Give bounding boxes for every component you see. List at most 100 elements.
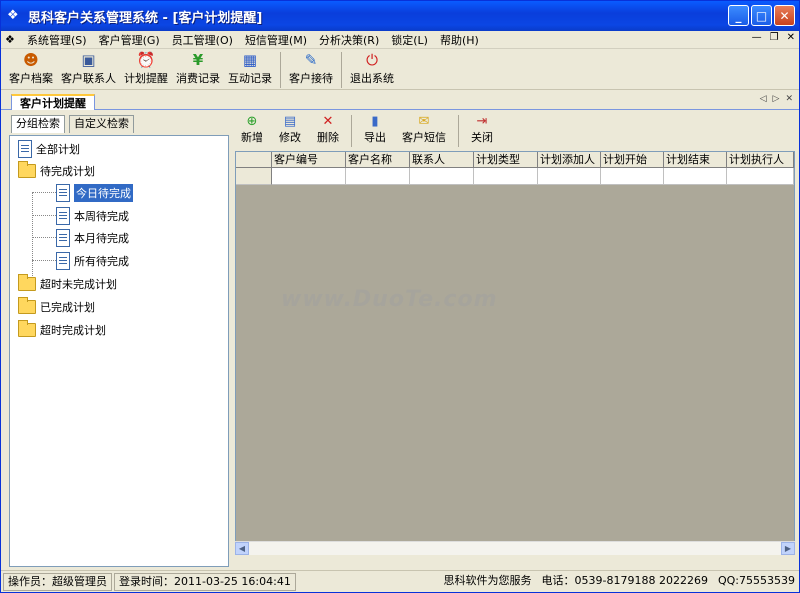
right-panel: ⊕ 新增 ▤ 修改 ✕ 删除 ▮ 导出 ✉ 客户短信 ⇥ 关闭 客户编号 客户名… xyxy=(233,113,797,568)
status-company: 思科软件为您服务 xyxy=(443,573,532,587)
tree-item-overdue[interactable]: 超时未完成计划 xyxy=(18,274,117,292)
column-header[interactable]: 客户编号 xyxy=(272,152,346,168)
sms-button[interactable]: ✉ 客户短信 xyxy=(402,113,446,145)
tree-item-week[interactable]: 本周待完成 xyxy=(56,207,129,225)
watermark: www.DuoTe.com xyxy=(281,287,498,312)
menu-help[interactable]: 帮助(H) xyxy=(434,32,485,48)
tab-plan-reminder[interactable]: 客户计划提醒 xyxy=(11,94,95,110)
add-icon: ⊕ xyxy=(246,113,258,129)
document-icon xyxy=(18,140,32,158)
column-header[interactable]: 计划类型 xyxy=(474,152,538,168)
edit-icon: ▤ xyxy=(283,113,297,129)
toolbar-separator xyxy=(458,115,459,147)
status-login-time: 登录时间：2011-03-25 16:04:41 xyxy=(114,572,296,591)
window-title: 思科客户关系管理系统 - [客户计划提醒] xyxy=(28,10,263,26)
maximize-button[interactable]: □ xyxy=(751,5,772,26)
left-panel: 分组检索 自定义检索 全部计划 待完成计划 今日待完成 本周待完成 本月待完成 … xyxy=(5,113,229,568)
tree-item-today[interactable]: 今日待完成 xyxy=(56,184,133,202)
toolbar-customer-files-button[interactable]: ☻ 客户档案 xyxy=(9,50,53,86)
main-toolbar: ☻ 客户档案 ▣ 客户联系人 ⏰ 计划提醒 ¥ 消费记录 ▦ 互动记录 ✎ 客户… xyxy=(1,50,799,90)
scroll-right-icon[interactable]: ▶ xyxy=(781,542,795,555)
menu-lock[interactable]: 锁定(L) xyxy=(385,32,434,48)
customers-icon: ☻ xyxy=(23,51,39,69)
toolbar-exit-button[interactable]: ⏻ 退出系统 xyxy=(350,50,394,86)
status-bar: 操作员：超级管理员 登录时间：2011-03-25 16:04:41 思科软件为… xyxy=(1,570,799,592)
folder-icon xyxy=(18,274,36,291)
mdi-minimize-icon[interactable]: — xyxy=(752,32,762,43)
add-button[interactable]: ⊕ 新增 xyxy=(241,113,263,145)
tree-item-pending[interactable]: 待完成计划 xyxy=(18,161,95,179)
export-button[interactable]: ▮ 导出 xyxy=(364,113,386,145)
edit-button[interactable]: ▤ 修改 xyxy=(279,113,301,145)
scroll-left-icon[interactable]: ◀ xyxy=(235,542,249,555)
delete-icon: ✕ xyxy=(322,113,334,129)
toolbar-interaction-button[interactable]: ▦ 互动记录 xyxy=(228,50,272,86)
delete-button[interactable]: ✕ 删除 xyxy=(317,113,339,145)
menu-analysis[interactable]: 分析决策(R) xyxy=(313,32,385,48)
menu-sms[interactable]: 短信管理(M) xyxy=(239,32,313,48)
column-header[interactable]: 计划开始 xyxy=(601,152,664,168)
contact-icon: ▣ xyxy=(81,51,96,69)
menu-customer[interactable]: 客户管理(G) xyxy=(93,32,166,48)
plan-grid[interactable]: 客户编号 客户名称 联系人 计划类型 计划添加人 计划开始 计划结束 计划执行人 xyxy=(235,151,795,555)
document-icon xyxy=(56,207,70,225)
document-icon xyxy=(56,184,70,202)
column-header[interactable]: 客户名称 xyxy=(346,152,410,168)
document-tabstrip: 客户计划提醒 ◁ ▷ ✕ xyxy=(1,92,799,110)
calendar-icon: ▦ xyxy=(242,51,258,69)
status-phone: 电话：0539-8179188 2022269 xyxy=(541,573,708,587)
tree-item-done[interactable]: 已完成计划 xyxy=(18,297,95,315)
column-header[interactable]: 计划添加人 xyxy=(538,152,601,168)
toolbar-consumption-button[interactable]: ¥ 消费记录 xyxy=(176,50,220,86)
close-panel-button[interactable]: ⇥ 关闭 xyxy=(471,113,493,145)
menu-logo-icon: ❖ xyxy=(5,33,15,46)
horizontal-scrollbar[interactable]: ◀ ▶ xyxy=(235,541,795,555)
sms-icon: ✉ xyxy=(418,113,430,129)
column-header[interactable]: 计划执行人 xyxy=(727,152,794,168)
notebook-icon: ✎ xyxy=(304,51,318,69)
plan-toolbar: ⊕ 新增 ▤ 修改 ✕ 删除 ▮ 导出 ✉ 客户短信 ⇥ 关闭 xyxy=(233,113,797,151)
export-icon: ▮ xyxy=(371,113,379,129)
menu-system[interactable]: 系统管理(S) xyxy=(21,32,93,48)
column-header[interactable]: 联系人 xyxy=(410,152,474,168)
table-row[interactable] xyxy=(236,168,794,185)
power-icon: ⏻ xyxy=(366,51,378,69)
menu-bar: ❖ 系统管理(S) 客户管理(G) 员工管理(O) 短信管理(M) 分析决策(R… xyxy=(1,31,799,49)
tab-custom-search[interactable]: 自定义检索 xyxy=(69,115,134,133)
alarm-clock-icon: ⏰ xyxy=(136,51,156,69)
toolbar-separator xyxy=(280,52,281,88)
status-qq: QQ:75553539 xyxy=(717,573,795,587)
tab-close-icon[interactable]: ✕ xyxy=(785,94,793,104)
title-bar[interactable]: ❖ 思科客户关系管理系统 - [客户计划提醒] _ □ ✕ xyxy=(1,1,799,31)
tab-next-icon[interactable]: ▷ xyxy=(773,94,780,104)
folder-icon xyxy=(18,297,36,314)
grid-header: 客户编号 客户名称 联系人 计划类型 计划添加人 计划开始 计划结束 计划执行人 xyxy=(236,152,794,168)
toolbar-contacts-button[interactable]: ▣ 客户联系人 xyxy=(61,50,116,86)
tree-item-all-pending[interactable]: 所有待完成 xyxy=(56,252,129,270)
menu-staff[interactable]: 员工管理(O) xyxy=(166,32,239,48)
column-header[interactable]: 计划结束 xyxy=(664,152,727,168)
folder-open-icon xyxy=(18,161,36,178)
mdi-restore-icon[interactable]: ❐ xyxy=(770,32,779,43)
tab-prev-icon[interactable]: ◁ xyxy=(760,94,767,104)
folder-icon xyxy=(18,320,36,337)
plan-tree: 全部计划 待完成计划 今日待完成 本周待完成 本月待完成 所有待完成 超时未完成… xyxy=(9,135,229,567)
app-window: ❖ 思科客户关系管理系统 - [客户计划提醒] _ □ ✕ ❖ 系统管理(S) … xyxy=(0,0,800,593)
app-icon: ❖ xyxy=(7,8,19,23)
status-operator: 操作员：超级管理员 xyxy=(3,572,112,591)
tree-item-all[interactable]: 全部计划 xyxy=(18,140,80,158)
tab-group-search[interactable]: 分组检索 xyxy=(11,115,65,133)
document-icon xyxy=(56,229,70,247)
minimize-button[interactable]: _ xyxy=(728,5,749,26)
tree-item-month[interactable]: 本月待完成 xyxy=(56,229,129,247)
mdi-close-icon[interactable]: ✕ xyxy=(787,32,795,43)
tree-item-overdone[interactable]: 超时完成计划 xyxy=(18,320,106,338)
grid-corner xyxy=(236,152,272,168)
toolbar-reception-button[interactable]: ✎ 客户接待 xyxy=(289,50,333,86)
toolbar-plan-reminder-button[interactable]: ⏰ 计划提醒 xyxy=(124,50,168,86)
toolbar-separator xyxy=(351,115,352,147)
close-button[interactable]: ✕ xyxy=(774,5,795,26)
toolbar-separator xyxy=(341,52,342,88)
document-icon xyxy=(56,252,70,270)
exit-icon: ⇥ xyxy=(476,113,488,129)
